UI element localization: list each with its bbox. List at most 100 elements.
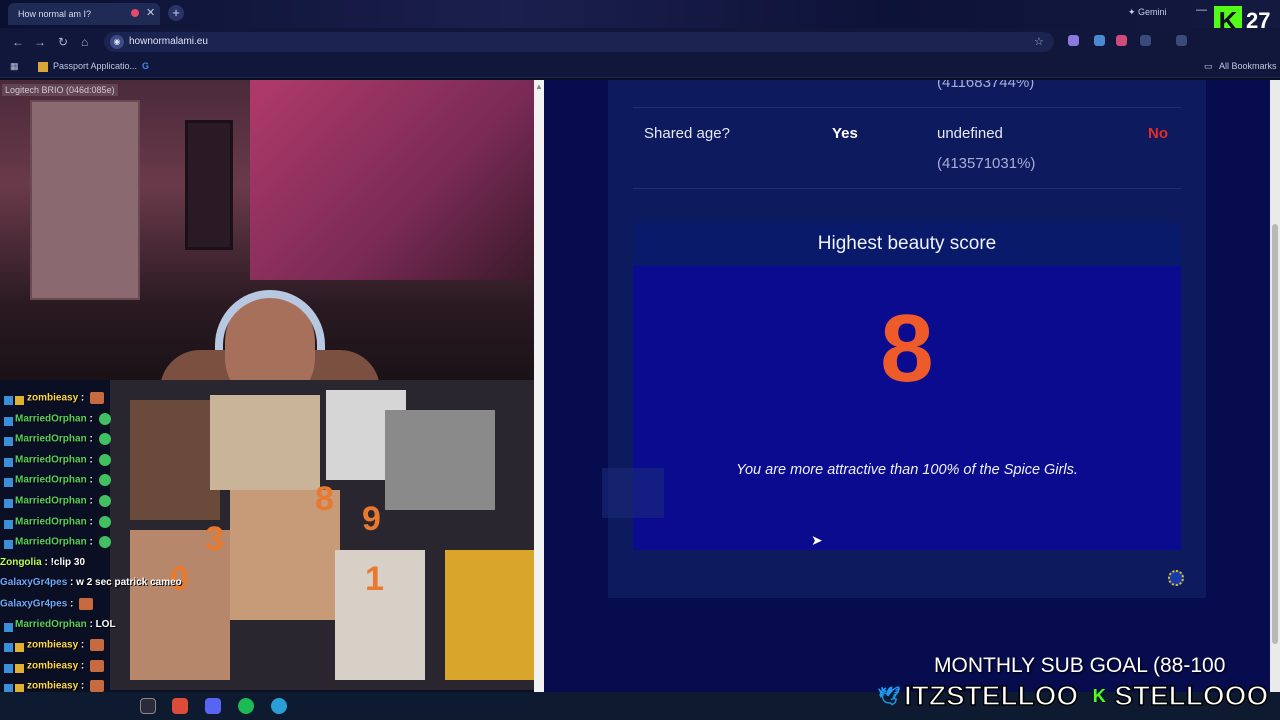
chat-emote-icon xyxy=(98,433,111,446)
chat-username: GalaxyGr4pes xyxy=(0,598,68,610)
chat-message: MarriedOrphan : xyxy=(0,433,111,451)
address-bar-row: ← → ↻ ⌂ ◉ hownormalami.eu ☆ xyxy=(0,28,1280,56)
scrollbar-thumb[interactable] xyxy=(1272,224,1278,644)
sub-goal-text: MONTHLY SUB GOAL (88-100 xyxy=(934,654,1226,677)
home-icon[interactable]: ⌂ xyxy=(81,35,88,49)
chat-text: !clip 30 xyxy=(50,556,86,568)
faded-thumbnail xyxy=(602,468,664,518)
previous-row-percent: (411683744%) xyxy=(937,80,1035,91)
photo xyxy=(210,395,320,490)
forward-icon[interactable]: → xyxy=(34,35,46,49)
chat-username: MarriedOrphan xyxy=(15,495,87,507)
chat-separator: : xyxy=(78,639,88,651)
crown-badge-icon xyxy=(15,643,24,653)
sidepanel-icon[interactable] xyxy=(1176,35,1187,46)
chat-badge-icon xyxy=(4,519,13,529)
telegram-icon[interactable] xyxy=(271,698,287,714)
webcam-feed xyxy=(0,80,534,380)
tab-title: How normal am I? xyxy=(18,9,92,19)
chat-emote-icon xyxy=(90,680,105,693)
crown-badge-icon xyxy=(15,663,24,673)
page-content: (411683744%) Shared age? Yes undefined (… xyxy=(544,80,1270,692)
folder-icon: ▭ xyxy=(1204,61,1213,71)
back-icon[interactable]: ← xyxy=(12,35,24,49)
chat-text: w 2 sec patrick cameo xyxy=(76,577,182,589)
chat-username: MarriedOrphan xyxy=(15,536,87,548)
bookmark-passport[interactable]: Passport Applicatio... xyxy=(53,61,137,71)
chat-emote-icon xyxy=(98,453,111,466)
chat-badge-icon xyxy=(4,643,13,653)
chat-username: GalaxyGr4pes xyxy=(0,577,68,589)
face-collage: 8 9 3 0 1 xyxy=(110,380,534,690)
gemini-button[interactable]: ✦ Gemini xyxy=(1128,7,1167,18)
chat-separator: : xyxy=(86,454,96,466)
chat-separator: : xyxy=(86,495,96,507)
all-bookmarks[interactable]: All Bookmarks xyxy=(1219,61,1277,71)
chat-message: MarriedOrphan : xyxy=(0,515,111,534)
extension-icon[interactable] xyxy=(1068,35,1079,46)
chat-separator: : xyxy=(86,433,96,445)
chat-message: MarriedOrphan : xyxy=(0,453,111,472)
chat-badge-icon xyxy=(4,663,13,673)
puzzle-icon[interactable] xyxy=(1140,35,1151,46)
row-label: Shared age? xyxy=(644,125,730,142)
chat-badge-icon xyxy=(4,478,13,488)
chat-separator: : xyxy=(41,556,51,568)
google-icon[interactable]: G xyxy=(142,61,149,71)
site-info-icon[interactable]: ◉ xyxy=(110,35,124,49)
chat-separator: : xyxy=(86,413,96,425)
chat-emote-icon xyxy=(98,412,111,425)
chat-message: zombieasy : xyxy=(0,659,105,678)
photo xyxy=(130,400,220,520)
gemini-label: Gemini xyxy=(1138,7,1167,17)
url-field[interactable]: ◉ hownormalami.eu ☆ xyxy=(104,32,1054,52)
apps-icon[interactable]: ▦ xyxy=(10,61,19,72)
social-handles: 🕊 ITZSTELLOO K STELLOOO xyxy=(874,679,1274,714)
collage-number: 3 xyxy=(205,520,224,558)
bookmark-star-icon[interactable]: ☆ xyxy=(1034,35,1044,48)
chat-message: zombieasy : xyxy=(0,392,105,410)
scroll-up-icon[interactable]: ▲ xyxy=(535,82,543,91)
chat-message: MarriedOrphan : xyxy=(0,412,111,431)
chat-username: MarriedOrphan xyxy=(15,433,87,445)
chat-badge-icon xyxy=(4,416,13,426)
row-divider xyxy=(633,188,1181,189)
reload-icon[interactable]: ↻ xyxy=(58,35,68,49)
chat-badge-icon xyxy=(4,540,13,550)
spotify-icon[interactable] xyxy=(238,698,254,714)
panel-divider xyxy=(534,80,544,692)
chat-separator: : xyxy=(67,598,77,610)
camera-label: Logitech BRIO (046d:085e) xyxy=(2,84,118,96)
close-tab-icon[interactable]: ✕ xyxy=(146,6,155,19)
bookmark-favicon-icon xyxy=(38,62,48,72)
chat-separator: : xyxy=(78,681,88,693)
chat-emote-icon xyxy=(90,392,105,404)
chat-separator: : xyxy=(86,618,96,630)
door xyxy=(30,100,140,300)
recording-icon xyxy=(131,9,139,17)
row-answer: Yes xyxy=(832,125,858,142)
twitter-icon: 🕊 xyxy=(877,686,901,706)
chat-separator: : xyxy=(78,660,88,672)
new-tab-button[interactable]: + xyxy=(168,5,184,21)
chat-badge-icon xyxy=(4,499,13,508)
browser-tab-bar: How normal am I? ✕ + ✦ Gemini — K 27 xyxy=(0,0,1280,36)
minimize-icon[interactable]: — xyxy=(1196,4,1207,16)
screen: How normal am I? ✕ + ✦ Gemini — K 27 ← →… xyxy=(0,0,1280,720)
discord-icon[interactable] xyxy=(205,698,221,714)
extension-icon[interactable] xyxy=(1116,35,1127,46)
chat-message: GalaxyGr4pes : xyxy=(0,598,94,616)
kick-handle: STELLOOO xyxy=(1113,679,1269,712)
chat-username: MarriedOrphan xyxy=(15,454,87,466)
chat-emote-icon xyxy=(90,639,105,652)
obs-icon[interactable] xyxy=(140,698,156,714)
chat-username: MarriedOrphan xyxy=(15,618,87,630)
chat-separator: : xyxy=(86,536,96,548)
chrome-icon[interactable] xyxy=(172,698,188,714)
chat-emote-icon xyxy=(98,515,111,528)
chat-badge-icon xyxy=(4,396,13,405)
extension-icon[interactable] xyxy=(1094,35,1105,46)
row-verdict: No xyxy=(1148,125,1168,142)
chat-username: MarriedOrphan xyxy=(15,475,87,487)
chat-message: Zongolia : !clip 30 xyxy=(0,557,85,575)
